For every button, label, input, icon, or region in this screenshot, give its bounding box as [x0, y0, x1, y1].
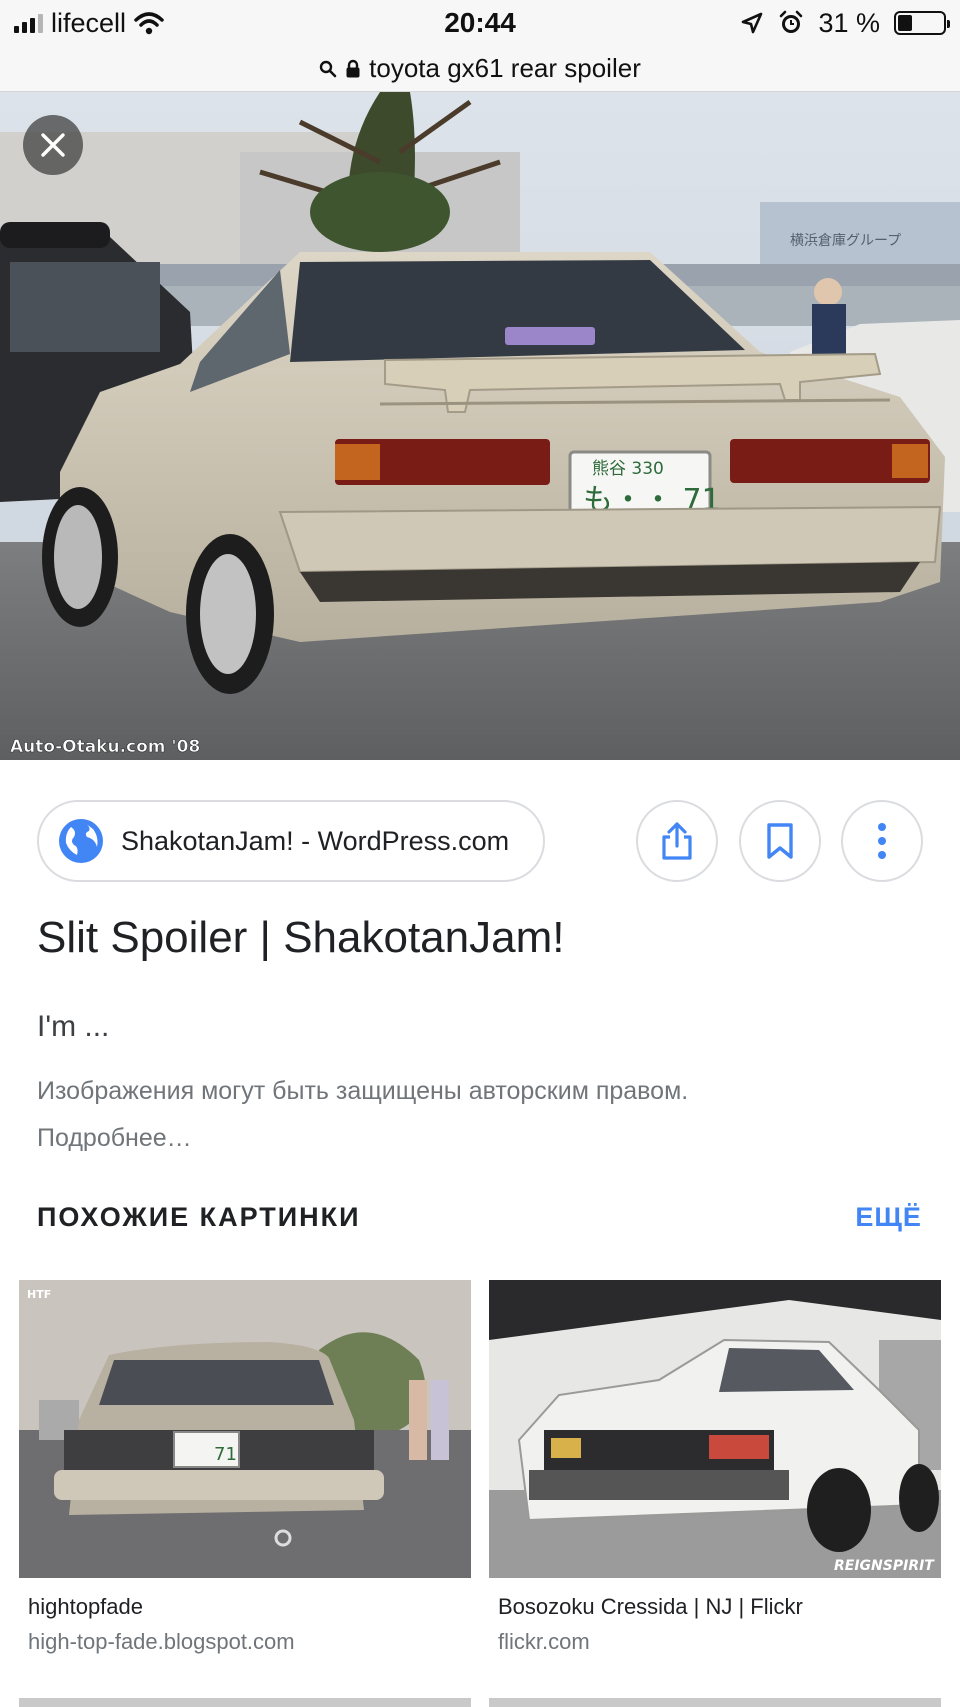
share-button[interactable]: [636, 800, 718, 882]
hero-image: 横浜倉庫グループ 熊谷 330 も・・ 71 Auto-Otaku.com '0…: [0, 92, 960, 760]
battery-icon: [894, 11, 950, 35]
similar-image-2: REIGNSPIRIT: [489, 1280, 941, 1578]
close-icon: [41, 133, 65, 157]
status-right: 31 %: [740, 7, 950, 38]
copyright-notice[interactable]: Изображения могут быть защищены авторски…: [37, 1068, 737, 1162]
hero-plate-line1: 熊谷 330: [592, 459, 664, 479]
bookmark-button[interactable]: [739, 800, 821, 882]
more-options-button[interactable]: [841, 800, 923, 882]
lock-icon: [346, 59, 360, 77]
url-bar[interactable]: toyota gx61 rear spoiler: [0, 46, 960, 92]
source-name: ShakotanJam! - WordPress.com: [121, 825, 510, 856]
location-arrow-icon: [742, 12, 763, 34]
similar-item-1-domain: high-top-fade.blogspot.com: [28, 1629, 295, 1654]
close-button[interactable]: [23, 115, 83, 175]
status-bar: lifecell 20:44 31 %: [0, 0, 960, 46]
battery-percent: 31 %: [818, 7, 880, 38]
thumb1-mark: HTF: [27, 1288, 51, 1301]
url-text: toyota gx61 rear spoiler: [369, 53, 641, 83]
share-icon: [662, 822, 692, 860]
bookmark-icon: [767, 823, 793, 859]
alarm-icon: [780, 10, 803, 33]
globe-icon: [59, 819, 103, 863]
thumb1-plate: 71: [214, 1444, 237, 1465]
result-title[interactable]: Slit Spoiler | ShakotanJam!: [37, 913, 564, 963]
more-link[interactable]: ЕЩЁ: [855, 1202, 922, 1233]
similar-item-1-title[interactable]: hightopfade: [28, 1594, 143, 1620]
similar-thumb-4-partial[interactable]: [489, 1698, 941, 1707]
battery-fill: [898, 15, 912, 31]
similar-thumb-2[interactable]: REIGNSPIRIT: [489, 1280, 941, 1578]
similar-item-2-domain: flickr.com: [498, 1629, 590, 1654]
search-icon: [319, 60, 337, 77]
hero-car-photo: 横浜倉庫グループ 熊谷 330 も・・ 71 Auto-Otaku.com '0…: [0, 92, 960, 760]
similar-thumb-1[interactable]: 71 HTF: [19, 1280, 471, 1578]
thumb2-mark: REIGNSPIRIT: [834, 1558, 935, 1574]
similar-images-header: ПОХОЖИЕ КАРТИНКИ: [37, 1202, 361, 1232]
similar-item-2-title[interactable]: Bosozoku Cressida | NJ | Flickr: [498, 1594, 803, 1620]
similar-image-1: 71 HTF: [19, 1280, 471, 1578]
similar-thumb-3-partial[interactable]: [19, 1698, 471, 1707]
hero-sign-text: 横浜倉庫グループ: [790, 232, 901, 249]
result-snippet: I'm ...: [37, 1010, 110, 1043]
more-vert-icon: [878, 823, 886, 859]
source-chip[interactable]: ShakotanJam! - WordPress.com: [37, 800, 545, 882]
hero-watermark: Auto-Otaku.com '08: [10, 737, 200, 757]
